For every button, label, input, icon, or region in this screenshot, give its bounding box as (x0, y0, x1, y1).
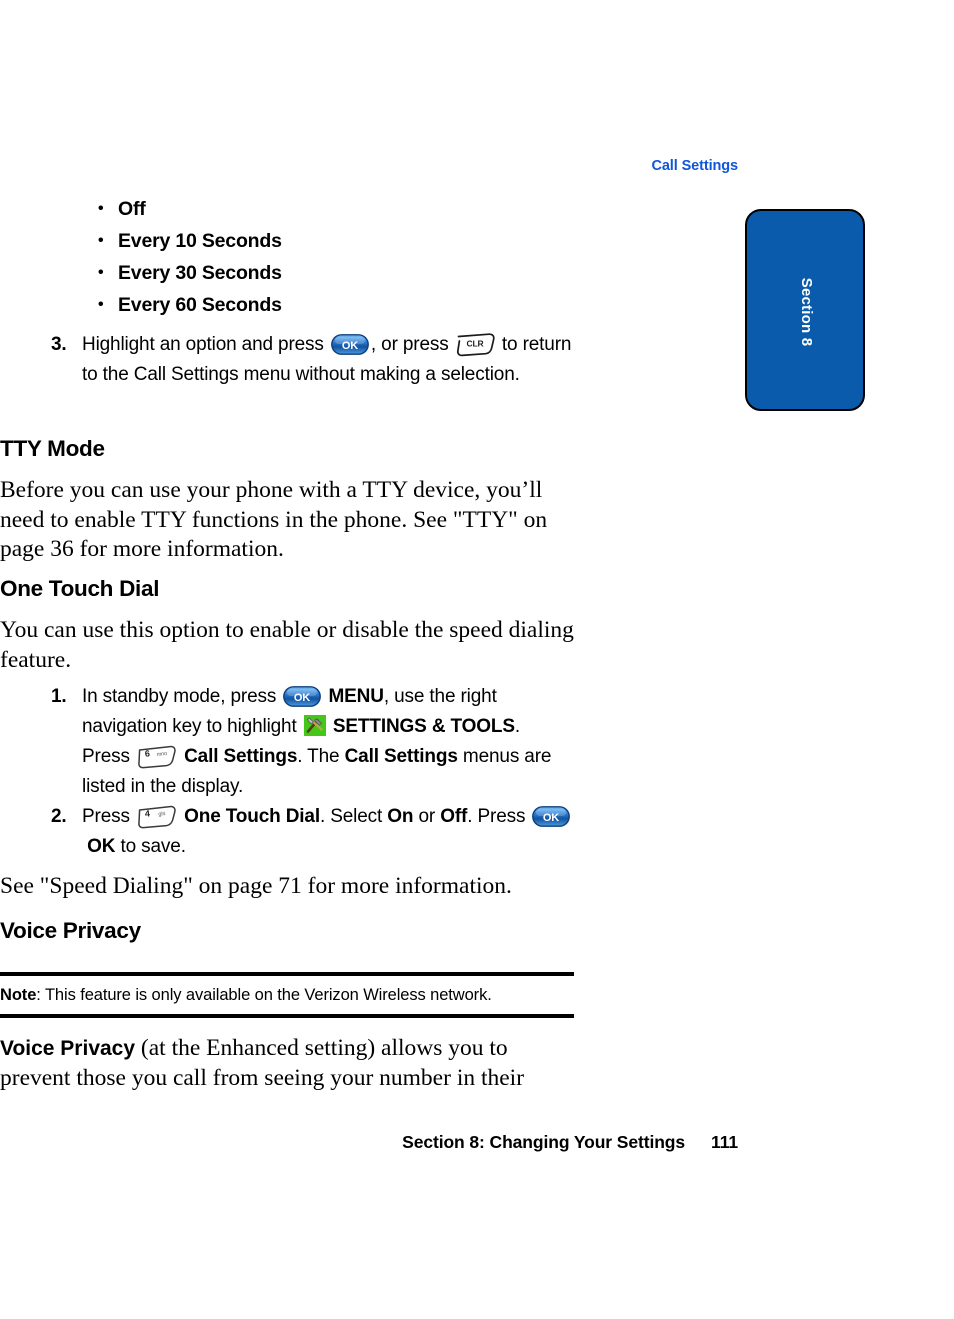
step3-text-2: , or press (370, 334, 449, 355)
step-1: 1. In standby mode, press OK MENU, use t… (0, 682, 574, 802)
step2-text-2: . Select (319, 806, 383, 827)
footer-section-title: Section 8: Changing Your Settings (402, 1132, 686, 1152)
heading-voice-privacy: Voice Privacy (0, 918, 141, 943)
note-body: : This feature is only available on the … (36, 986, 492, 1004)
list-item: Every 30 Seconds (0, 257, 574, 289)
voice-privacy-bold-lead: Voice Privacy (0, 1037, 136, 1060)
paragraph-one-touch-dial: You can use this option to enable or dis… (0, 617, 574, 673)
step2-text-4: . Press (467, 806, 526, 827)
svg-text:mno: mno (157, 751, 168, 758)
section-thumb-tab: Section 8 (745, 209, 865, 411)
step1-bold-settings-tools: SETTINGS & TOOLS (332, 716, 515, 737)
clr-key-icon: CLR (455, 332, 496, 357)
list-item: Off (0, 193, 574, 225)
step-text: In standby mode, press OK MENU, use the … (82, 682, 574, 802)
step-number: 1. (51, 686, 67, 707)
running-head: Call Settings (651, 158, 738, 174)
section-tab-label: Section 8 (798, 277, 816, 347)
svg-text:ghi: ghi (158, 811, 165, 818)
keypad-key-4-icon: 4 ghi (137, 804, 177, 829)
svg-text:CLR: CLR (466, 339, 483, 349)
step2-bold-one-touch-dial: One Touch Dial (184, 806, 320, 827)
step1-bold-call-settings-2: Call Settings (344, 746, 458, 767)
page-number: 111 (711, 1132, 738, 1152)
step2-text-1: Press (82, 806, 130, 827)
svg-text:OK: OK (543, 812, 559, 824)
settings-and-tools-icon (303, 715, 326, 736)
step1-bold-call-settings-1: Call Settings (184, 746, 298, 767)
manual-page: Call Settings Section 8 Off Every 10 Sec… (0, 0, 954, 1319)
heading-one-touch-dial: One Touch Dial (0, 576, 160, 601)
step-number: 3. (51, 334, 67, 355)
step2-bold-ok: OK (87, 836, 116, 857)
step-number: 2. (51, 806, 67, 827)
step2-bold-off: Off (440, 806, 468, 827)
step1-text-4: . The (297, 746, 340, 767)
keypad-key-6-icon: 6 mno (137, 744, 177, 769)
step-text: Press 4 ghi One Touch Dial. Select On or … (82, 802, 574, 862)
note-label: Note (0, 986, 37, 1004)
svg-text:OK: OK (294, 692, 310, 704)
step1-text-1: In standby mode, press (82, 686, 277, 707)
note-rule-bottom (0, 1014, 574, 1018)
ok-key-icon: OK (283, 686, 322, 707)
heading-tty-mode: TTY Mode (0, 436, 105, 461)
page-footer: Section 8: Changing Your Settings 111 (164, 1132, 738, 1153)
ok-key-icon: OK (331, 334, 369, 355)
paragraph-voice-privacy: Voice Privacy (at the Enhanced setting) … (0, 1034, 580, 1093)
note-text: Note: This feature is only available on … (0, 984, 574, 1006)
paragraph-tty-mode: Before you can use your phone with a TTY… (0, 477, 548, 562)
step3-text-1: Highlight an option and press (82, 334, 324, 355)
svg-text:6: 6 (144, 748, 150, 758)
step2-bold-on: On (387, 806, 414, 827)
svg-text:4: 4 (144, 808, 150, 818)
step2-text-5: to save. (120, 836, 186, 857)
step-3: 3. Highlight an option and press OK , or … (0, 330, 574, 390)
step-2: 2. Press 4 ghi One Touch Dial. Select On … (0, 802, 574, 862)
step-text: Highlight an option and press OK , or pre… (82, 330, 574, 390)
step2-text-3: or (418, 806, 436, 827)
options-bullet-list: Off Every 10 Seconds Every 30 Seconds Ev… (0, 193, 574, 321)
step1-bold-menu: MENU (328, 686, 384, 707)
note-rule-top (0, 972, 574, 976)
svg-text:OK: OK (342, 340, 358, 352)
list-item: Every 60 Seconds (0, 289, 574, 321)
ok-key-icon: OK (532, 806, 571, 827)
list-item: Every 10 Seconds (0, 225, 574, 257)
paragraph-see-speed-dialing: See "Speed Dialing" on page 71 for more … (0, 873, 512, 899)
